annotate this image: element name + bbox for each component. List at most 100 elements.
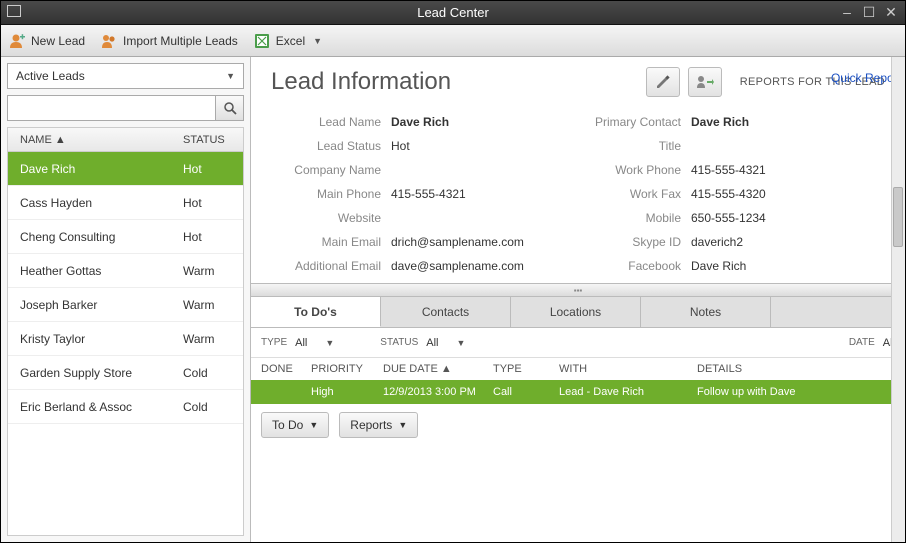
filter-date-label: DATE: [849, 337, 875, 348]
lead-row-status: Warm: [183, 332, 243, 346]
person-add-icon: [9, 33, 25, 49]
label-company-name: Company Name: [271, 163, 381, 177]
filter-status-label: STATUS: [380, 337, 418, 348]
lead-row[interactable]: Kristy TaylorWarm: [8, 322, 243, 356]
label-mobile: Mobile: [571, 211, 681, 225]
lead-filter-value: Active Leads: [16, 69, 85, 83]
lead-row-name: Joseph Barker: [8, 298, 183, 312]
todo-row[interactable]: High12/9/2013 3:00 PMCallLead - Dave Ric…: [251, 380, 905, 404]
chevron-down-icon: ▼: [398, 420, 407, 430]
filter-type-label: TYPE: [261, 337, 287, 348]
tab-to-do-s[interactable]: To Do's: [251, 297, 381, 327]
col-header-status[interactable]: STATUS: [183, 134, 243, 146]
todo-cell-details: Follow up with Dave: [691, 386, 901, 398]
label-facebook: Facebook: [571, 259, 681, 273]
lead-row[interactable]: Joseph BarkerWarm: [8, 288, 243, 322]
reports-menu-label: Reports: [350, 418, 392, 432]
label-work-fax: Work Fax: [571, 187, 681, 201]
vertical-scrollbar-track[interactable]: [891, 57, 905, 542]
edit-button[interactable]: [646, 67, 680, 97]
label-additional-email: Additional Email: [271, 259, 381, 273]
value-main-phone: 415-555-4321: [391, 187, 561, 201]
label-work-phone: Work Phone: [571, 163, 681, 177]
todo-cell-priority: High: [305, 386, 377, 398]
col-priority[interactable]: PRIORITY: [305, 363, 377, 375]
value-main-email: drich@samplename.com: [391, 235, 561, 249]
lead-row-name: Heather Gottas: [8, 264, 183, 278]
maximize-button[interactable]: ☐: [861, 4, 877, 20]
lead-row-status: Hot: [183, 230, 243, 244]
lead-filter-dropdown[interactable]: Active Leads ▼: [7, 63, 244, 89]
label-main-email: Main Email: [271, 235, 381, 249]
lead-row-status: Cold: [183, 400, 243, 414]
lead-row-name: Eric Berland & Assoc: [8, 400, 183, 414]
vertical-scrollbar-thumb[interactable]: [893, 187, 903, 247]
value-lead-status: Hot: [391, 139, 561, 153]
chevron-down-icon: ▼: [456, 338, 465, 348]
lead-row-status: Cold: [183, 366, 243, 380]
people-convert-icon: [696, 74, 714, 90]
todo-cell-type: Call: [487, 386, 553, 398]
value-company-name: [391, 163, 561, 177]
label-title: Title: [571, 139, 681, 153]
label-primary-contact: Primary Contact: [571, 115, 681, 129]
lead-row-status: Warm: [183, 264, 243, 278]
filter-type-dropdown[interactable]: All ▼: [295, 337, 334, 349]
col-with[interactable]: WITH: [553, 363, 691, 375]
col-header-name[interactable]: NAME ▲: [8, 134, 183, 146]
tab-locations[interactable]: Locations: [511, 297, 641, 327]
label-lead-status: Lead Status: [271, 139, 381, 153]
col-done[interactable]: DONE: [255, 363, 305, 375]
chevron-down-icon: ▼: [309, 420, 318, 430]
chevron-down-icon: ▼: [226, 71, 235, 81]
minimize-button[interactable]: –: [839, 4, 855, 20]
filter-status-dropdown[interactable]: All ▼: [426, 337, 465, 349]
reports-menu-button[interactable]: Reports ▼: [339, 412, 418, 438]
horizontal-splitter[interactable]: ▪▪▪: [251, 283, 905, 297]
lead-row[interactable]: Garden Supply StoreCold: [8, 356, 243, 390]
close-button[interactable]: ✕: [883, 4, 899, 20]
search-icon: [223, 101, 237, 115]
import-leads-label: Import Multiple Leads: [123, 34, 238, 48]
excel-button[interactable]: Excel ▼: [254, 33, 322, 49]
lead-row-status: Hot: [183, 162, 243, 176]
lead-row-status: Hot: [183, 196, 243, 210]
lead-row-name: Dave Rich: [8, 162, 183, 176]
window-system-icon: [7, 5, 21, 17]
value-additional-email: dave@samplename.com: [391, 259, 561, 273]
convert-button[interactable]: [688, 67, 722, 97]
label-main-phone: Main Phone: [271, 187, 381, 201]
lead-search-input[interactable]: [7, 95, 216, 121]
lead-list-table: NAME ▲ STATUS Dave RichHotCass HaydenHot…: [7, 127, 244, 536]
new-lead-label: New Lead: [31, 34, 85, 48]
todo-menu-button[interactable]: To Do ▼: [261, 412, 329, 438]
lead-row-name: Cheng Consulting: [8, 230, 183, 244]
pencil-icon: [655, 74, 671, 90]
lead-row[interactable]: Cass HaydenHot: [8, 186, 243, 220]
chevron-down-icon: ▼: [325, 338, 334, 348]
col-type[interactable]: TYPE: [487, 363, 553, 375]
tab-notes[interactable]: Notes: [641, 297, 771, 327]
search-button[interactable]: [216, 95, 244, 121]
tab-contacts[interactable]: Contacts: [381, 297, 511, 327]
lead-row-status: Warm: [183, 298, 243, 312]
value-website: [391, 211, 561, 225]
label-skype-id: Skype ID: [571, 235, 681, 249]
lead-row[interactable]: Eric Berland & AssocCold: [8, 390, 243, 424]
col-due-date[interactable]: DUE DATE ▲: [377, 363, 487, 375]
lead-row[interactable]: Cheng ConsultingHot: [8, 220, 243, 254]
lead-row-name: Kristy Taylor: [8, 332, 183, 346]
lead-row[interactable]: Dave RichHot: [8, 152, 243, 186]
lead-row-name: Cass Hayden: [8, 196, 183, 210]
value-work-phone: 415-555-4321: [691, 163, 831, 177]
lead-row[interactable]: Heather GottasWarm: [8, 254, 243, 288]
chevron-down-icon: ▼: [313, 36, 322, 46]
value-title: [691, 139, 831, 153]
excel-label: Excel: [276, 34, 305, 48]
new-lead-button[interactable]: New Lead: [9, 33, 85, 49]
value-mobile: 650-555-1234: [691, 211, 831, 225]
import-leads-button[interactable]: Import Multiple Leads: [101, 33, 238, 49]
col-details[interactable]: DETAILS: [691, 363, 901, 375]
value-skype-id: daverich2: [691, 235, 831, 249]
value-facebook: Dave Rich: [691, 259, 831, 273]
